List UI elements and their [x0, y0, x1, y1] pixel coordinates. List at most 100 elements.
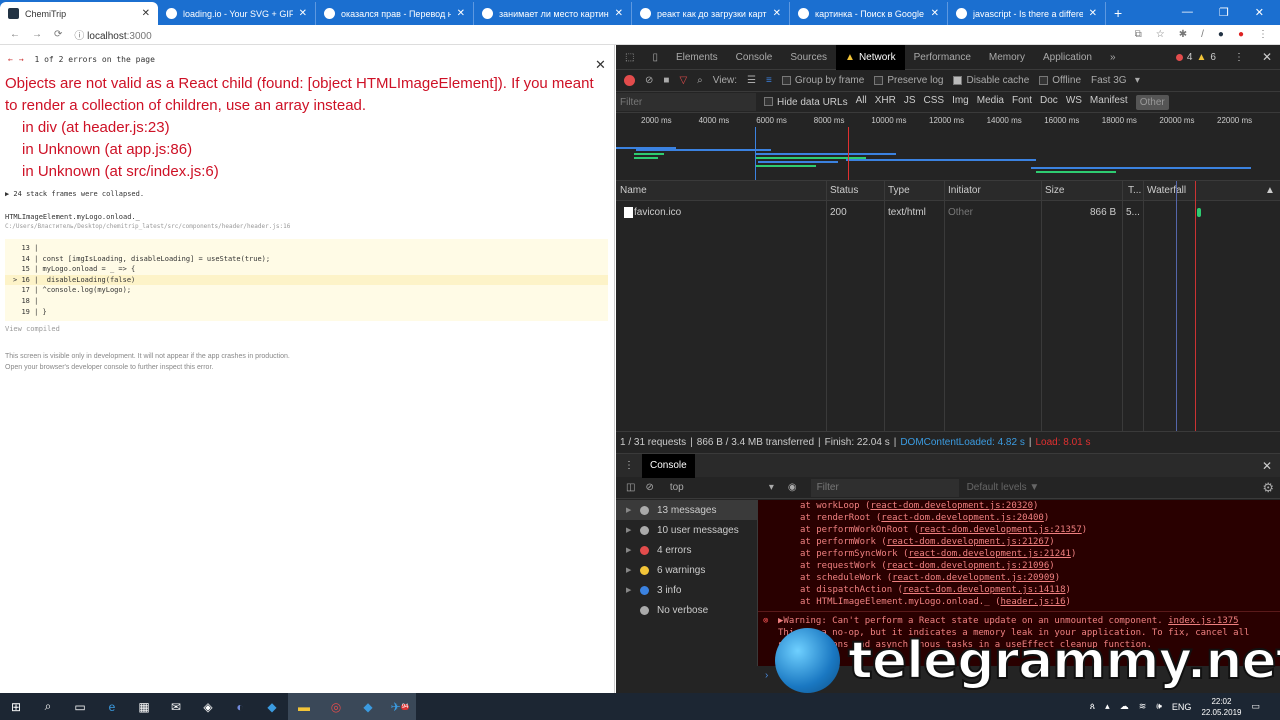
clock[interactable]: 22:02 22.05.2019: [1201, 696, 1241, 718]
sidebar-toggle-icon[interactable]: ◫: [616, 482, 645, 493]
tab-sources[interactable]: Sources: [781, 45, 836, 70]
reload-icon[interactable]: ⟳: [54, 29, 62, 40]
drawer-menu-icon[interactable]: ⋮: [616, 460, 642, 471]
browser-tab[interactable]: реакт как до загрузки картинки ✕: [632, 2, 790, 25]
type-filter-other[interactable]: Other: [1135, 94, 1169, 110]
search-icon[interactable]: ⌕: [32, 693, 64, 720]
log-levels-select[interactable]: Default levels ▼: [959, 482, 1040, 493]
preserve-log-checkbox[interactable]: Preserve log: [874, 75, 943, 86]
clear-icon[interactable]: ⊘: [645, 75, 653, 86]
notifications-icon[interactable]: ▭: [1251, 701, 1260, 712]
stack-source-link[interactable]: react-dom.development.js:21267: [887, 537, 1050, 547]
close-tab-icon[interactable]: ✕: [773, 8, 781, 19]
stack-source-link[interactable]: react-dom.development.js:21357: [919, 525, 1082, 535]
type-filter-doc[interactable]: Doc: [1040, 95, 1058, 110]
disable-cache-checkbox[interactable]: Disable cache: [953, 75, 1029, 86]
search-icon[interactable]: ⌕: [697, 75, 703, 86]
tab-memory[interactable]: Memory: [980, 45, 1034, 70]
close-devtools-icon[interactable]: ✕: [1262, 50, 1272, 64]
store-icon[interactable]: ▦: [128, 693, 160, 720]
maximize-icon[interactable]: ❐: [1219, 6, 1229, 19]
screenshot-icon[interactable]: ■: [663, 75, 669, 86]
tab-console[interactable]: Console: [727, 45, 782, 70]
column-header-time[interactable]: T...: [1124, 181, 1141, 200]
offline-checkbox[interactable]: Offline: [1039, 75, 1081, 86]
tab-more[interactable]: »: [1101, 45, 1125, 70]
issue-counts[interactable]: 4 ▲ 6 ⋮ ✕: [1175, 50, 1280, 64]
column-header-initiator[interactable]: Initiator: [944, 181, 981, 200]
tab-application[interactable]: Application: [1034, 45, 1101, 70]
volume-icon[interactable]: 🕪: [1156, 701, 1162, 712]
stack-source-link[interactable]: react-dom.development.js:20320: [870, 501, 1033, 511]
show-hidden-icons[interactable]: ▴: [1105, 701, 1110, 712]
close-tab-icon[interactable]: ✕: [457, 8, 465, 19]
record-icon[interactable]: [624, 75, 635, 86]
column-header-name[interactable]: Name: [616, 181, 647, 200]
telegram-icon[interactable]: ✈ 94: [384, 693, 416, 720]
type-filter-media[interactable]: Media: [977, 95, 1004, 110]
close-tab-icon[interactable]: ✕: [615, 8, 623, 19]
start-windows-icon[interactable]: ⊞: [0, 693, 32, 720]
type-filter-font[interactable]: Font: [1012, 95, 1032, 110]
type-filter-all[interactable]: All: [856, 95, 867, 110]
type-filter-js[interactable]: JS: [904, 95, 916, 110]
close-tab-icon[interactable]: ✕: [931, 8, 939, 19]
warning-text[interactable]: ▶Warning: Can't perform a React state up…: [778, 616, 1163, 626]
browser-tab[interactable]: loading.io - Your SVG + GIF + PNG ✕: [158, 2, 316, 25]
list-view-icon[interactable]: ☰: [747, 75, 756, 86]
group-by-frame-checkbox[interactable]: Group by frame: [781, 75, 864, 86]
browser-tab[interactable]: javascript - Is there a difference ✕: [948, 2, 1106, 25]
onedrive-icon[interactable]: ☁: [1120, 701, 1129, 712]
type-filter-xhr[interactable]: XHR: [875, 95, 896, 110]
filter-icon[interactable]: ▽: [679, 75, 687, 86]
forward-icon[interactable]: →: [32, 29, 42, 40]
vscode-icon[interactable]: ◆: [256, 693, 288, 720]
console-sidebar-item[interactable]: ▶ 13 messages: [616, 500, 757, 520]
minimize-icon[interactable]: —: [1182, 6, 1193, 19]
browser-tab[interactable]: картинка - Поиск в Google ✕: [790, 2, 948, 25]
collapsed-frames-toggle[interactable]: ▶ 24 stack frames were collapsed.: [5, 190, 144, 198]
close-tab-icon[interactable]: ✕: [299, 8, 307, 19]
column-header-size[interactable]: Size: [1041, 181, 1064, 200]
browser-tab[interactable]: оказался прав - Перевод на англ ✕: [316, 2, 474, 25]
column-header-type[interactable]: Type: [884, 181, 910, 200]
language-indicator[interactable]: ENG: [1172, 702, 1192, 712]
stack-source-link[interactable]: react-dom.development.js:20909: [892, 573, 1055, 583]
extension-red-icon[interactable]: ●: [1238, 29, 1244, 40]
column-header-waterfall[interactable]: Waterfall: [1143, 181, 1186, 200]
inspect-icon[interactable]: ⬚: [616, 45, 643, 70]
console-sidebar-item[interactable]: ▶ 4 errors: [616, 540, 757, 560]
close-tab-icon[interactable]: ✕: [142, 8, 150, 19]
more-options-icon[interactable]: ⋮: [1234, 52, 1244, 63]
task-view-icon[interactable]: ▭: [64, 693, 96, 720]
extension-icon[interactable]: ✱: [1179, 29, 1187, 40]
console-settings-gear-icon[interactable]: ⚙: [1262, 480, 1280, 496]
next-error-button[interactable]: →: [19, 55, 24, 64]
browser-tab[interactable]: занимает ли место картинка на ✕: [474, 2, 632, 25]
tab-network[interactable]: ▲ Network: [836, 44, 905, 70]
throttle-select[interactable]: Fast 3G ▾: [1091, 75, 1140, 86]
clear-console-icon[interactable]: ⊘: [645, 482, 653, 493]
column-header-status[interactable]: Status: [826, 181, 858, 200]
live-expression-eye-icon[interactable]: ◉: [774, 482, 811, 493]
warning-source-link[interactable]: index.js:1375: [1168, 616, 1238, 626]
unity-icon[interactable]: ◈: [192, 693, 224, 720]
console-sidebar-item[interactable]: ▶ 3 info: [616, 580, 757, 600]
type-filter-manifest[interactable]: Manifest: [1090, 95, 1128, 110]
console-sidebar-item[interactable]: No verbose: [616, 600, 757, 620]
eyedropper-icon[interactable]: /: [1201, 29, 1204, 40]
stack-source-link[interactable]: header.js:16: [1001, 597, 1066, 607]
people-icon[interactable]: ጰ: [1090, 701, 1095, 712]
discord-icon[interactable]: ◐: [224, 693, 256, 720]
prev-error-button[interactable]: ←: [8, 55, 13, 64]
sort-ascending-icon[interactable]: ▲: [1261, 181, 1275, 200]
menu-icon[interactable]: ⋮: [1258, 29, 1268, 40]
chrome-icon[interactable]: ◎: [320, 693, 352, 720]
stack-frame-file[interactable]: C:/Users/Властитель/Desktop/chemitrip_la…: [5, 223, 290, 230]
console-sidebar-item[interactable]: ▶ 6 warnings: [616, 560, 757, 580]
close-tab-icon[interactable]: ✕: [1089, 8, 1097, 19]
console-filter-input[interactable]: Filter: [810, 478, 959, 497]
type-filter-img[interactable]: Img: [952, 95, 969, 110]
wifi-icon[interactable]: ≋: [1139, 701, 1147, 712]
tab-performance[interactable]: Performance: [905, 45, 980, 70]
